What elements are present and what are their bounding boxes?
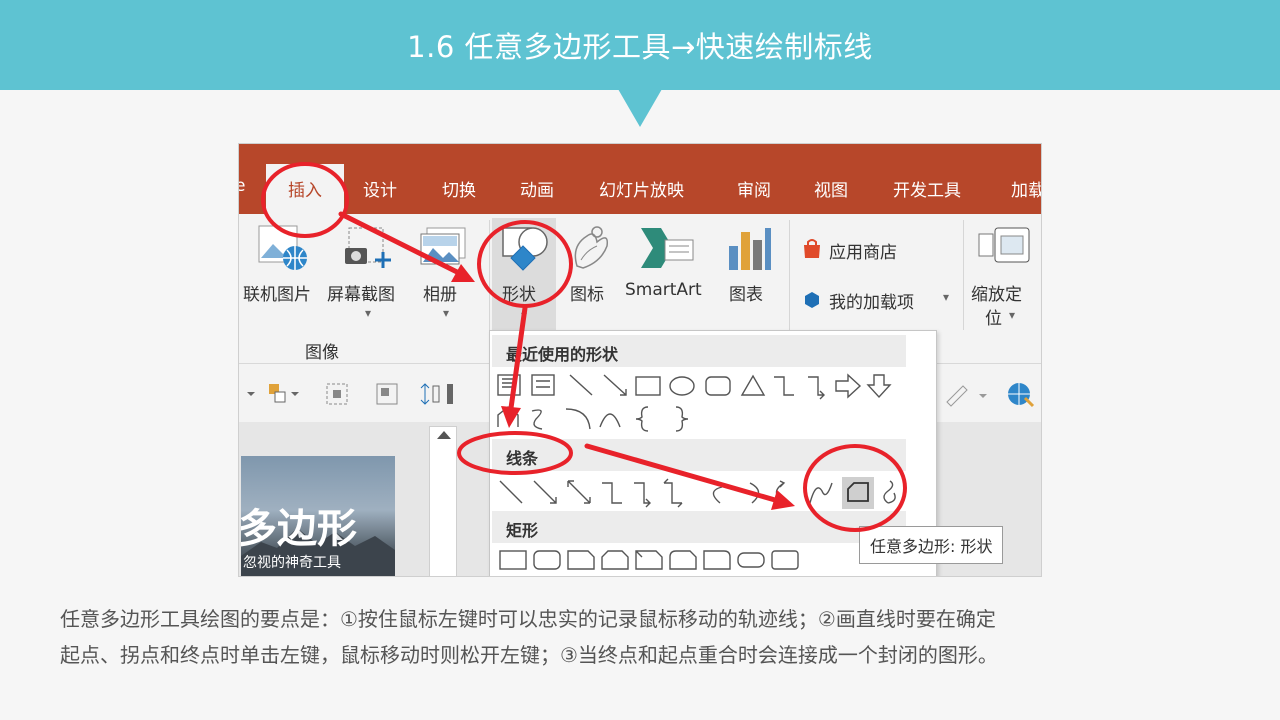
powerpoint-screenshot: e 插入 设计 切换 动画 幻灯片放映 审阅 视图 开发工具 加载 联机图片 屏… [238, 143, 1042, 577]
zoom-dropdown-icon[interactable]: ▾ [1009, 308, 1015, 322]
lines-shapes-row[interactable] [496, 477, 908, 511]
screenshot-dropdown-icon[interactable]: ▾ [365, 306, 371, 320]
header-banner: 1.6 任意多边形工具→快速绘制标线 [0, 0, 1280, 90]
tab-animations[interactable]: 动画 [520, 176, 554, 201]
recent-shapes-header: 最近使用的形状 [492, 335, 906, 367]
caption-line-2: 起点、拐点和终点时单击左键，鼠标移动时则松开左键；③当终点和起点重合时会连接成一… [60, 643, 998, 667]
shapes-icon[interactable] [499, 224, 551, 274]
caption-line-1: 任意多边形工具绘图的要点是：①按住鼠标左键时可以忠实的记录鼠标移动的轨迹线；②画… [60, 607, 996, 631]
online-pictures-icon[interactable] [257, 224, 309, 272]
smartart-button[interactable]: SmartArt [625, 280, 702, 300]
store-icon[interactable] [801, 238, 823, 260]
freeform-tooltip: 任意多边形: 形状 [859, 526, 1004, 564]
album-icon[interactable] [419, 226, 469, 272]
recent-shapes-row[interactable] [496, 371, 908, 435]
addins-icon[interactable] [801, 288, 823, 310]
tab-developer[interactable]: 开发工具 [893, 176, 961, 201]
tab-view[interactable]: 视图 [814, 176, 848, 201]
screenshot-icon[interactable] [343, 226, 393, 276]
my-addins-button[interactable]: 我的加载项 [829, 288, 914, 313]
my-addins-dropdown-icon[interactable]: ▾ [943, 290, 949, 304]
scroll-up-icon[interactable] [437, 431, 451, 439]
zoom-button[interactable]: 缩放定 [971, 280, 1022, 305]
shapes-dropdown-icon[interactable]: ▾ [521, 308, 527, 322]
tab-addins[interactable]: 加载 [1011, 176, 1041, 201]
album-dropdown-icon[interactable]: ▾ [443, 306, 449, 320]
caption-text: 任意多边形工具绘图的要点是：①按住鼠标左键时可以忠实的记录鼠标移动的轨迹线；②画… [60, 601, 1230, 673]
freeform-selected-bg [842, 477, 874, 509]
online-pictures-button[interactable]: 联机图片 [243, 280, 311, 305]
rectangle-shapes-row[interactable] [496, 547, 908, 577]
thumbnail-title: 多边形 [241, 506, 357, 552]
zoom-button-line2[interactable]: 位 [985, 304, 1002, 329]
group-separator [963, 220, 964, 330]
icons-icon[interactable] [567, 222, 613, 274]
chart-icon[interactable] [727, 226, 773, 272]
group-separator [789, 220, 790, 330]
tab-design[interactable]: 设计 [363, 176, 397, 201]
toolbar-icons-right[interactable] [939, 378, 1039, 410]
icons-button[interactable]: 图标 [570, 280, 604, 305]
tab-insert[interactable]: 插入 [266, 164, 344, 214]
vertical-scrollbar[interactable] [429, 426, 457, 576]
slide-thumbnail[interactable]: 多边形 忽视的神奇工具 [241, 456, 395, 576]
tab-transitions[interactable]: 切换 [442, 176, 476, 201]
rectangles-header: 矩形 [492, 511, 906, 543]
screenshot-button[interactable]: 屏幕截图 [327, 280, 395, 305]
tab-partial-left[interactable]: e [239, 176, 245, 196]
chart-button[interactable]: 图表 [729, 280, 763, 305]
smartart-icon[interactable] [639, 226, 695, 270]
album-button[interactable]: 相册 [423, 280, 457, 305]
tab-slideshow[interactable]: 幻灯片放映 [599, 176, 684, 201]
ribbon-tab-bar: e 插入 设计 切换 动画 幻灯片放映 审阅 视图 开发工具 加载 [239, 144, 1041, 214]
page-title: 1.6 任意多边形工具→快速绘制标线 [407, 30, 873, 64]
lines-header: 线条 [492, 439, 906, 471]
banner-pointer [618, 89, 662, 127]
zoom-icon[interactable] [977, 226, 1033, 266]
app-store-button[interactable]: 应用商店 [829, 238, 897, 263]
toolbar-icons[interactable] [243, 380, 483, 408]
group-label-images: 图像 [305, 343, 339, 363]
thumbnail-subtitle: 忽视的神奇工具 [243, 555, 341, 571]
group-separator [489, 220, 490, 330]
tab-review[interactable]: 审阅 [737, 176, 771, 201]
shapes-button[interactable]: 形状 [502, 280, 536, 305]
